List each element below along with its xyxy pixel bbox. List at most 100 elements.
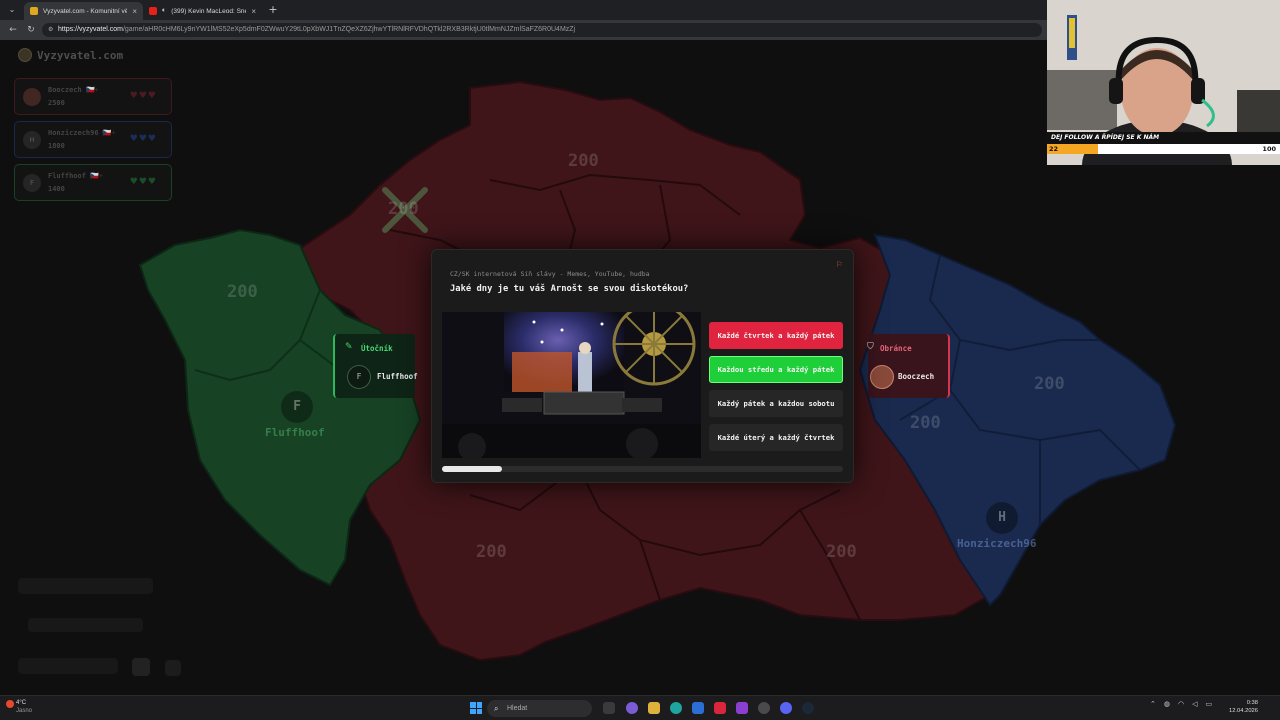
base-badge-green: F [281,391,313,423]
attacker-name: Fluffhoof [377,372,418,381]
reload-icon[interactable]: ↻ [24,23,38,37]
attacker-role-label: Útočník [361,344,393,353]
base-name-blue: Honziczech96 [957,537,1037,550]
system-tray: ⌃ ◍ ◠ ◁ ▭ [1150,700,1212,708]
clock-date: 12.04.2026 [1228,708,1258,714]
question-modal: ⚐ CZ/SK internetová Síň slávy - Memes, Y… [431,249,854,483]
tab-title: (399) Kevin MacLeod: Sneaky [171,7,246,15]
back-icon[interactable]: ← [6,23,20,37]
base-name-green: Fluffhoof [265,426,325,439]
base-badge-blue: H [986,502,1018,534]
speaker-icon: 🔈︎ [162,7,167,14]
tab-youtube[interactable]: 🔈︎ (399) Kevin MacLeod: Sneaky × [143,2,262,20]
avatar [870,365,894,389]
app-icon[interactable] [758,702,770,714]
chat-send-button[interactable] [132,658,150,676]
player-score: 1400 [48,185,65,193]
windows-taskbar: 4°C Jasno ⌕ Hledat ⌃ ◍ ◠ ◁ ▭ 0:38 12.04.… [0,695,1280,720]
tab-vyzyvatel[interactable]: Vyzyvatel.com - Komunitní vědo... × [24,2,143,20]
player-card-honziczech96: H Honziczech96 🇨🇿+ 1800 ♥♥♥ [14,121,172,158]
twitch-icon[interactable] [736,702,748,714]
player-name: Fluffhoof 🇨🇿+ [48,172,104,180]
region-score: 200 [568,151,599,171]
disco-stage-image [442,312,701,458]
copilot-icon[interactable] [626,702,638,714]
avatar: F [347,365,371,389]
stream-follow-banner: DEJ FOLLOW A ŘPÍDEJ SE K NÁM [1047,132,1280,144]
logo-mark-icon [18,48,32,62]
answer-timer-fill [442,466,503,472]
stream-goal-bar: 22 100 [1047,144,1280,154]
player-card-fluffhoof: F Fluffhoof 🇨🇿+ 1400 ♥♥♥ [14,164,172,201]
network-icon[interactable]: ◍ [1164,700,1170,708]
start-button-icon[interactable] [470,702,482,714]
region-score: 200 [1034,374,1065,394]
question-image [442,312,701,458]
address-bar[interactable]: ⚙ https://vyzyvatel.com/game/aHR0cHM6Ly9n… [42,23,1042,37]
answer-option-2[interactable]: Každou středu a každý pátek [709,356,843,383]
close-tab-icon[interactable]: × [251,7,256,16]
volume-icon[interactable]: ◁ [1192,700,1197,708]
question-text: Jaké dny je tu váš Arnošt se svou diskot… [450,284,689,294]
site-info-icon[interactable]: ⚙ [48,23,53,37]
stream-goal-current: 22 [1049,145,1059,153]
weather-desc: Jasno [16,708,33,714]
youtube-app-icon[interactable] [714,702,726,714]
file-explorer-icon[interactable] [648,702,660,714]
search-icon: ⌕ [494,704,499,713]
edge-icon[interactable] [670,702,682,714]
youtube-favicon-icon [149,7,157,15]
close-tab-icon[interactable]: × [132,7,137,16]
app-logo[interactable]: Vyzyvatel.com [18,48,123,62]
steam-icon[interactable] [802,702,814,714]
answer-option-3[interactable]: Každý pátek a každou sobotu [709,390,843,417]
chat-placeholder [28,618,143,632]
search-placeholder: Hledat [507,705,528,712]
lives-hearts: ♥♥♥ [129,91,157,101]
region-score: 200 [476,542,507,562]
region-score: 200 [826,542,857,562]
report-flag-icon[interactable]: ⚐ [836,260,843,269]
weather-widget[interactable]: 4°C Jasno [6,699,33,715]
answer-timer-bar [442,466,843,472]
defender-card: ⛉ Obránce Booczech [867,334,950,398]
player-score: 2500 [48,99,65,107]
attacker-card: ✎ Útočník F Fluffhoof [333,334,418,398]
region-score: 200 [227,282,258,302]
lives-hearts: ♥♥♥ [129,177,157,187]
battery-icon[interactable]: ▭ [1205,700,1212,708]
stream-goal-target: 100 [1262,145,1276,153]
answer-option-4[interactable]: Každé úterý a každý čtvrtek [709,424,843,451]
taskbar-clock[interactable]: 0:38 12.04.2026 [1229,699,1258,715]
vyzyvatel-favicon-icon [30,7,38,15]
tab-title: Vyzyvatel.com - Komunitní vědo... [43,7,128,15]
defender-name: Booczech [898,372,935,381]
player-score: 1800 [48,142,65,150]
settings-button[interactable] [165,660,181,676]
sword-icon: ✎ [345,342,353,352]
new-tab-icon[interactable]: + [266,3,280,17]
avatar [23,88,41,106]
answer-option-1[interactable]: Každé čtvrtek a každý pátek [709,322,843,349]
player-name: Booczech 🇨🇿+ [48,86,99,94]
avatar: F [23,174,41,192]
wifi-icon[interactable]: ◠ [1178,700,1184,708]
task-view-icon[interactable] [603,702,615,714]
clock-time: 0:38 [1246,700,1258,706]
logo-text: Vyzyvatel.com [37,48,124,62]
chat-input[interactable] [18,658,118,674]
lives-hearts: ♥♥♥ [129,134,157,144]
taskbar-search[interactable]: ⌕ Hledat [487,700,592,717]
tray-chevron-icon[interactable]: ⌃ [1150,700,1156,708]
url-path: /game/aHR0cHM6Ly9nYW1lMS52eXp5dmF0ZWwuY2… [122,26,576,33]
defender-role-label: Obránce [880,344,912,353]
region-score: 200 [910,413,941,433]
discord-icon[interactable] [780,702,792,714]
question-category: CZ/SK internetová Síň slávy - Memes, You… [450,270,650,278]
shield-icon: ⛉ [867,342,874,352]
tab-list-icon[interactable]: ⌄ [6,4,18,16]
chat-placeholder [18,578,153,594]
avatar: H [23,131,41,149]
region-score: 200 [388,199,419,219]
store-icon[interactable] [692,702,704,714]
